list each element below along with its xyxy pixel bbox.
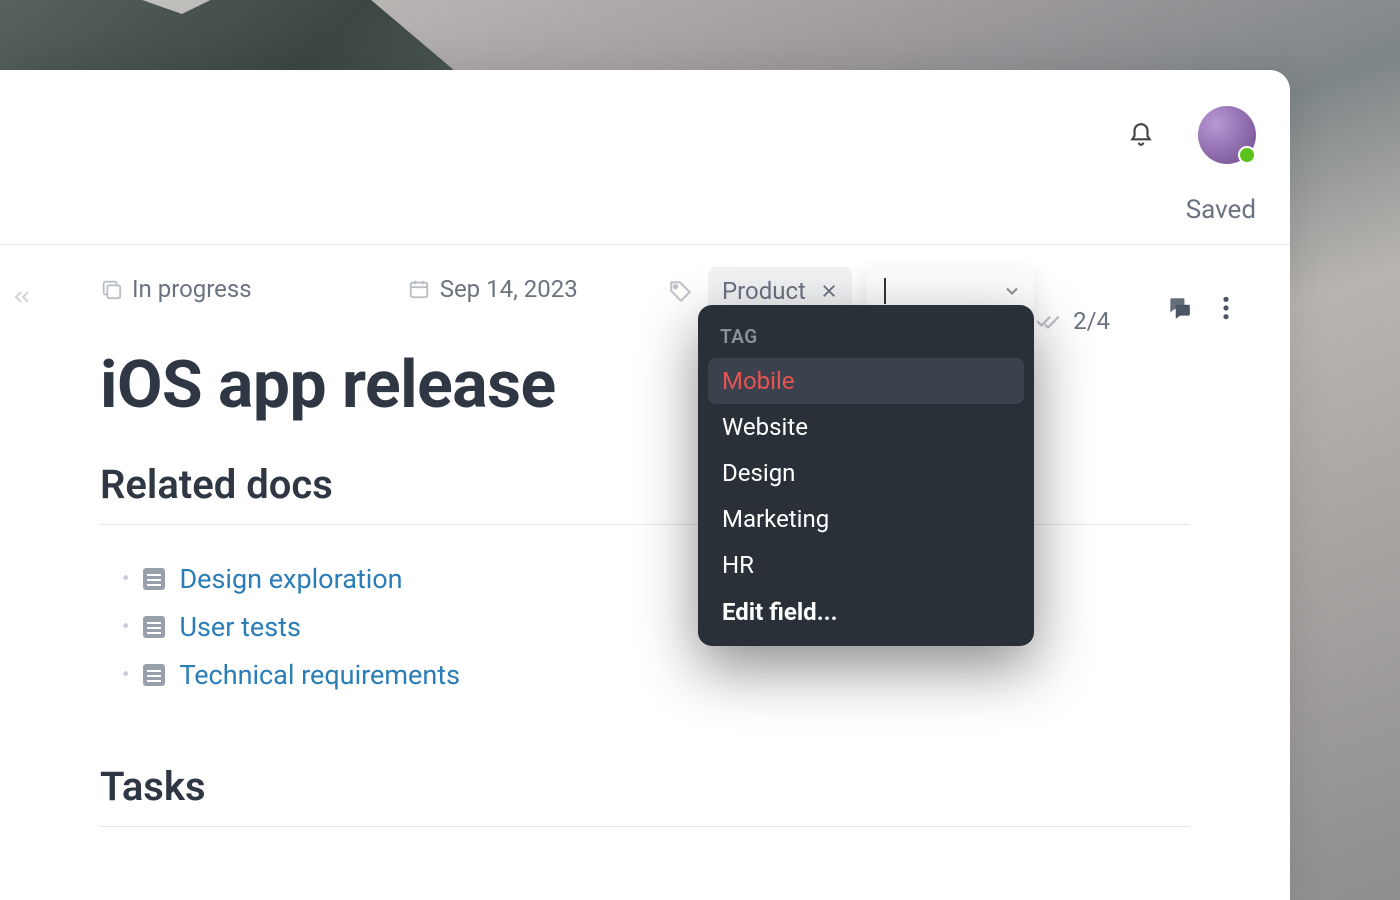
status-icon (100, 278, 122, 300)
bullet-icon: • (122, 615, 129, 640)
doc-link-design-exploration[interactable]: Design exploration (179, 563, 402, 595)
collapse-sidebar-icon[interactable] (10, 285, 34, 309)
bell-icon[interactable] (1128, 122, 1154, 148)
dropdown-section-label: TAG (708, 323, 1024, 358)
more-icon[interactable] (1222, 295, 1230, 321)
status-field[interactable]: In progress (100, 275, 252, 303)
page-icon (143, 664, 165, 686)
date-text: Sep 14, 2023 (440, 275, 578, 303)
tasks-heading: Tasks (100, 763, 1190, 820)
doc-meta-toolbar: In progress Sep 14, 2023 Product (100, 275, 1250, 303)
remove-tag-icon[interactable] (820, 282, 838, 300)
content: In progress Sep 14, 2023 Product (100, 245, 1250, 900)
avatar[interactable] (1198, 106, 1256, 164)
bullet-icon: • (122, 663, 129, 688)
page-icon (143, 568, 165, 590)
progress-text: 2/4 (1073, 307, 1110, 335)
section-tasks: Tasks (100, 763, 1190, 827)
tag-icon (668, 278, 694, 304)
topbar: Saved (0, 70, 1290, 245)
edit-field-action[interactable]: Edit field... (708, 588, 1024, 634)
page-icon (143, 616, 165, 638)
tag-option-design[interactable]: Design (708, 450, 1024, 496)
text-caret (884, 278, 886, 304)
doc-actions (1166, 295, 1230, 321)
tag-option-website[interactable]: Website (708, 404, 1024, 450)
comments-icon[interactable] (1166, 295, 1192, 321)
status-text: In progress (132, 275, 252, 303)
topbar-right (1128, 106, 1256, 164)
list-item: • Technical requirements (100, 651, 1190, 699)
tag-option-marketing[interactable]: Marketing (708, 496, 1024, 542)
tag-dropdown: TAG Mobile Website Design Marketing HR E… (698, 305, 1034, 646)
double-check-icon (1035, 308, 1061, 334)
tag-option-hr[interactable]: HR (708, 542, 1024, 588)
date-field[interactable]: Sep 14, 2023 (408, 275, 578, 303)
saved-status: Saved (1186, 195, 1256, 225)
document-panel: Saved In progress Sep 14, 2023 (0, 70, 1290, 900)
chevron-down-icon[interactable] (1002, 281, 1022, 301)
tag-option-mobile[interactable]: Mobile (708, 358, 1024, 404)
progress-field[interactable]: 2/4 (1035, 307, 1110, 335)
doc-link-user-tests[interactable]: User tests (179, 611, 300, 643)
tag-chip-label: Product (722, 277, 806, 305)
doc-link-technical-requirements[interactable]: Technical requirements (179, 659, 460, 691)
divider (100, 826, 1190, 827)
calendar-icon (408, 278, 430, 300)
doc-title[interactable]: iOS app release (100, 347, 556, 424)
bullet-icon: • (122, 567, 129, 592)
